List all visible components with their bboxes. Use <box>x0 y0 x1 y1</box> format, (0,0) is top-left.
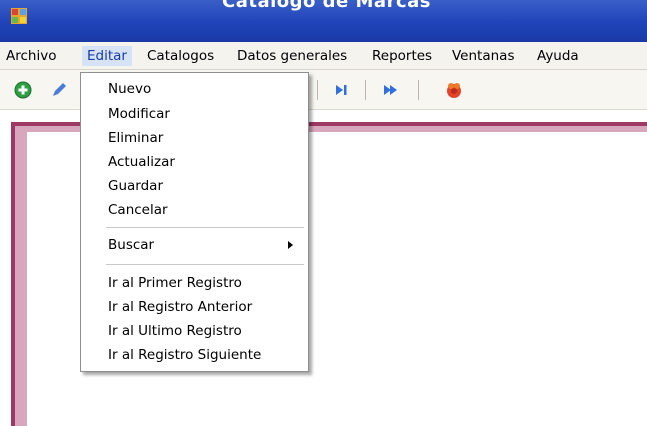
edit-button[interactable] <box>46 78 72 102</box>
menu-item-ir-ultimo-registro[interactable]: Ir al Ultimo Registro <box>108 321 242 341</box>
menu-item-eliminar[interactable]: Eliminar <box>108 128 163 148</box>
exit-icon <box>447 83 461 98</box>
add-button[interactable] <box>10 78 36 102</box>
menu-item-ir-registro-anterior[interactable]: Ir al Registro Anterior <box>108 297 252 317</box>
menu-item-ir-primer-registro[interactable]: Ir al Primer Registro <box>108 273 242 293</box>
menu-separator <box>106 264 304 265</box>
toolbar-separator <box>418 80 419 100</box>
next-record-icon <box>384 85 397 95</box>
menu-item-modificar[interactable]: Modificar <box>108 104 170 124</box>
menu-item-buscar[interactable]: Buscar <box>108 235 154 255</box>
app-icon[interactable] <box>11 8 27 24</box>
edit-icon <box>53 83 66 96</box>
menu-item-guardar[interactable]: Guardar <box>108 176 163 196</box>
submenu-arrow-icon <box>288 241 293 249</box>
toolbar-separator <box>365 80 366 100</box>
last-record-icon <box>336 85 347 95</box>
menu-bar: Archivo Editar Catalogos Datos generales… <box>0 42 647 70</box>
menu-item-actualizar[interactable]: Actualizar <box>108 152 175 172</box>
toolbar-separator <box>317 80 318 100</box>
menu-separator <box>106 227 304 228</box>
menu-item-nuevo[interactable]: Nuevo <box>108 79 151 99</box>
menu-ayuda[interactable]: Ayuda <box>532 46 584 66</box>
menu-reportes[interactable]: Reportes <box>367 46 437 66</box>
menu-catalogos[interactable]: Catalogos <box>142 46 219 66</box>
exit-button[interactable] <box>441 78 467 102</box>
menu-item-ir-registro-siguiente[interactable]: Ir al Registro Siguiente <box>108 345 261 365</box>
editar-dropdown-menu: Nuevo Modificar Eliminar Actualizar Guar… <box>80 72 309 372</box>
menu-archivo[interactable]: Archivo <box>1 46 61 66</box>
next-record-button[interactable] <box>378 78 404 102</box>
last-record-button[interactable] <box>328 78 354 102</box>
window-title: Catalogo de Marcas <box>222 0 431 12</box>
title-bar: Catalogo de Marcas <box>0 0 647 42</box>
menu-editar[interactable]: Editar <box>82 46 132 66</box>
add-icon <box>14 81 32 99</box>
menu-ventanas[interactable]: Ventanas <box>447 46 519 66</box>
child-window-frame-highlight-left <box>15 126 27 426</box>
menu-item-cancelar[interactable]: Cancelar <box>108 200 168 220</box>
menu-datos-generales[interactable]: Datos generales <box>232 46 352 66</box>
